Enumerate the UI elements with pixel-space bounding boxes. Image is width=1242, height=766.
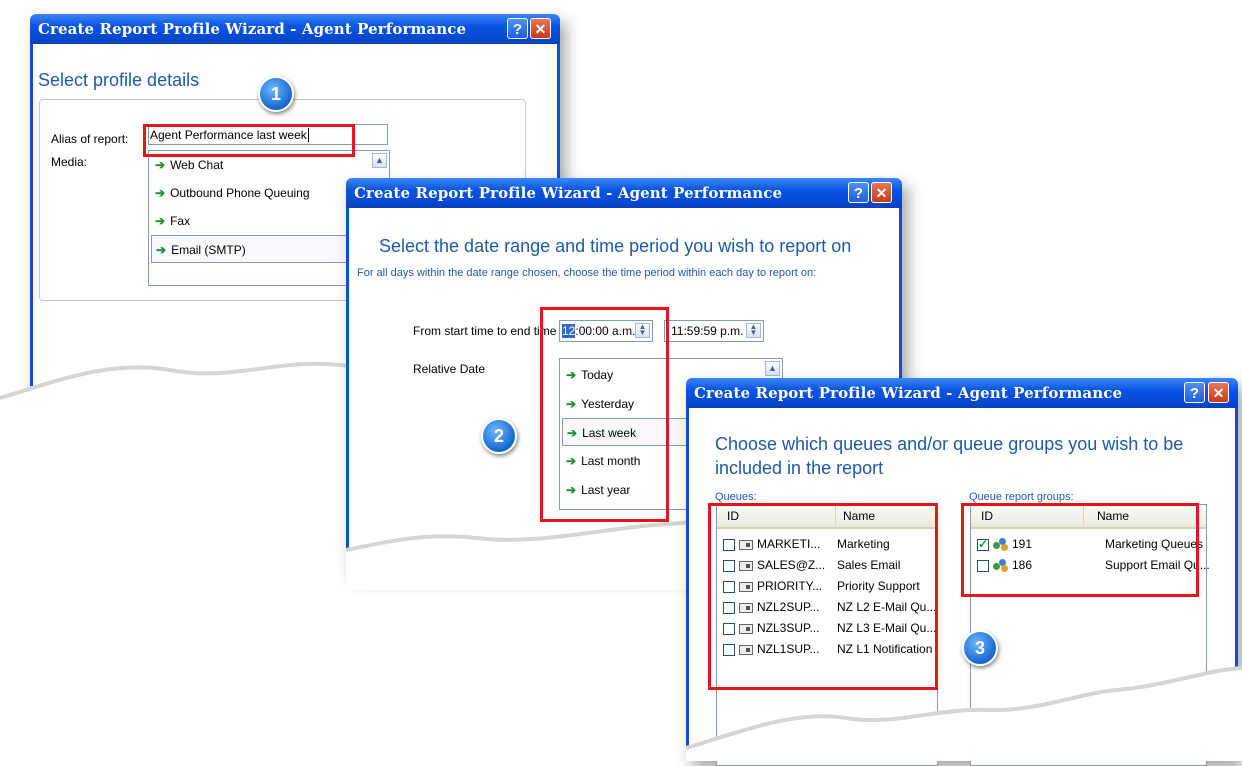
- arrow-right-icon: ➔: [155, 186, 166, 200]
- page-heading-line1: Choose which queues and/or queue groups …: [715, 434, 1184, 454]
- spin-button-icon[interactable]: ▲ ▼: [746, 323, 761, 338]
- page-subtext: For all days within the date range chose…: [357, 267, 817, 279]
- window-title: Create Report Profile Wizard - Agent Per…: [354, 184, 783, 202]
- window-title: Create Report Profile Wizard - Agent Per…: [38, 20, 467, 38]
- time-range-label: From start time to end time: [413, 324, 557, 338]
- page-heading: Select the date range and time period yo…: [379, 236, 852, 256]
- end-time-picker[interactable]: 11:59:59 p.m. ▲ ▼: [664, 320, 764, 342]
- page-heading: Select profile details: [38, 70, 200, 90]
- title-bar: Create Report Profile Wizard - Agent Per…: [30, 14, 560, 44]
- title-bar: Create Report Profile Wizard - Agent Per…: [346, 178, 902, 208]
- arrow-right-icon: ➔: [156, 243, 167, 257]
- highlight-queue-groups: [961, 503, 1199, 597]
- media-label: Media:: [51, 155, 88, 169]
- help-button[interactable]: ?: [1184, 382, 1205, 403]
- help-button[interactable]: ?: [848, 182, 869, 203]
- close-button[interactable]: ✕: [530, 18, 551, 39]
- torn-edge-2: [346, 520, 691, 590]
- arrow-right-icon: ➔: [155, 158, 166, 172]
- highlight-time-range: [540, 307, 669, 522]
- close-button[interactable]: ✕: [1208, 382, 1229, 403]
- scroll-up-button[interactable]: ▲: [372, 153, 387, 168]
- media-item-email-smtp[interactable]: ➔ Email (SMTP): [151, 235, 371, 263]
- window-title: Create Report Profile Wizard - Agent Per…: [694, 384, 1123, 402]
- step-badge-2: 2: [481, 418, 517, 454]
- end-time-value: 11:59:59 p.m.: [671, 324, 744, 338]
- arrow-right-icon: ➔: [155, 214, 166, 228]
- close-button[interactable]: ✕: [871, 182, 892, 203]
- highlight-alias: [143, 124, 355, 157]
- title-bar: Create Report Profile Wizard - Agent Per…: [686, 378, 1238, 408]
- help-button[interactable]: ?: [507, 18, 528, 39]
- alias-label: Alias of report:: [51, 132, 129, 146]
- page-heading-line2: included in the report: [715, 458, 884, 478]
- torn-edge-3: [686, 666, 1242, 761]
- media-item-outbound-phone[interactable]: ➔ Outbound Phone Queuing: [151, 179, 310, 207]
- media-item-fax[interactable]: ➔ Fax: [151, 207, 190, 235]
- scroll-up-button[interactable]: ▲: [765, 361, 780, 376]
- relative-date-label: Relative Date: [413, 362, 486, 376]
- step-badge-1: 1: [258, 76, 294, 112]
